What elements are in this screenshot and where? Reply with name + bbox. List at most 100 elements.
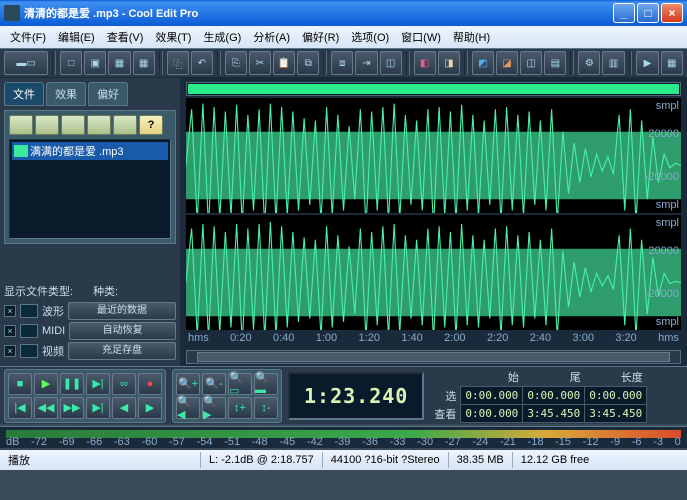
stop-button[interactable]: ■ — [8, 373, 32, 395]
multisave-button[interactable]: ▦ — [133, 51, 155, 75]
menu-options[interactable]: 选项(O) — [345, 27, 395, 47]
pause-button[interactable]: ❚❚ — [60, 373, 84, 395]
time-display[interactable]: 1:23.240 — [288, 372, 424, 420]
zoom-left-button[interactable]: 🔍◀ — [176, 397, 200, 419]
menu-generate[interactable]: 生成(G) — [197, 27, 247, 47]
tab-effects[interactable]: 效果 — [46, 82, 86, 106]
panel1-button[interactable]: ◩ — [472, 51, 494, 75]
tab-files[interactable]: 文件 — [4, 82, 44, 106]
spectral-button[interactable]: ◧ — [414, 51, 436, 75]
save-button[interactable]: ▦ — [108, 51, 130, 75]
zoom-out-h-button[interactable]: 🔍- — [202, 373, 226, 395]
file-open-button[interactable] — [9, 115, 33, 135]
maximize-button[interactable]: □ — [637, 3, 659, 23]
zoom-sel-button[interactable]: 🔍▬ — [254, 373, 278, 395]
file-list[interactable]: 满满的都是爱 .mp3 — [9, 139, 171, 239]
zoom-full-button[interactable]: 🔍▭ — [228, 373, 252, 395]
menu-favorites[interactable]: 偏好(R) — [296, 27, 345, 47]
panel-tabs: 文件 效果 偏好 — [4, 82, 176, 106]
play-button[interactable]: ▶ — [34, 373, 58, 395]
next-marker-button[interactable]: ▶ — [138, 397, 162, 419]
overview-bar[interactable] — [186, 82, 681, 96]
view-tb-button[interactable]: ▦ — [661, 51, 683, 75]
auto-button[interactable]: 自动恢复 — [69, 322, 176, 340]
video-check[interactable]: × — [4, 345, 16, 357]
go-end-button[interactable]: ▶| — [86, 397, 110, 419]
toolbar: ▬▭ □ ▣ ▦ ▦ ⿻ ↶ ⎘ ✂ 📋 ⧉ ⧈ ⇥ ◫ ◧ ◨ ◩ ◪ ◫ ▤… — [0, 48, 687, 78]
rewind-button[interactable]: ◀◀ — [34, 397, 58, 419]
sel-hdr-len: 长度 — [585, 368, 647, 387]
file-insert-button[interactable] — [61, 115, 85, 135]
sel-begin-field[interactable]: 0:00.000 — [461, 387, 523, 405]
view-end-field[interactable]: 3:45.450 — [523, 405, 585, 423]
sel-len-field[interactable]: 0:00.000 — [585, 387, 647, 405]
menu-analyze[interactable]: 分析(A) — [247, 27, 296, 47]
channel-right[interactable]: smpl20000-20000smpl — [186, 215, 681, 330]
insert-button[interactable]: ⇥ — [355, 51, 377, 75]
copy-new-button[interactable]: ⿻ — [167, 51, 189, 75]
status-format: 44100 ?16-bit ?Stereo — [322, 452, 448, 468]
open-button[interactable]: ▣ — [84, 51, 106, 75]
view-begin-field[interactable]: 0:00.000 — [461, 405, 523, 423]
menu-edit[interactable]: 编辑(E) — [52, 27, 101, 47]
time-ruler[interactable]: hms0:200:401:001:201:402:002:202:403:003… — [186, 332, 681, 348]
analyze-button[interactable]: ◨ — [438, 51, 460, 75]
horizontal-scrollbar[interactable] — [186, 350, 681, 364]
advanced-button[interactable]: 充足存盘 — [68, 342, 176, 360]
midi-check[interactable]: × — [4, 325, 16, 337]
play-tb-button[interactable]: ▶ — [636, 51, 658, 75]
panel3-button[interactable]: ◫ — [520, 51, 542, 75]
tab-favorites[interactable]: 偏好 — [88, 82, 128, 106]
trim-button[interactable]: ⧈ — [331, 51, 353, 75]
file-edit-button[interactable] — [87, 115, 111, 135]
panel4-button[interactable]: ▤ — [544, 51, 566, 75]
wave-check[interactable]: × — [4, 305, 16, 317]
channels[interactable]: smpl20000-20000smpl smpl20000-20000smpl — [186, 98, 681, 330]
view-len-field[interactable]: 3:45.450 — [585, 405, 647, 423]
loop-button[interactable]: ∞ — [112, 373, 136, 395]
panel2-button[interactable]: ◪ — [496, 51, 518, 75]
go-start-button[interactable]: |◀ — [8, 397, 32, 419]
settings-button[interactable]: ⚙ — [578, 51, 600, 75]
toolbar-sep — [323, 51, 327, 75]
file-box: ? 满满的都是爱 .mp3 — [4, 110, 176, 244]
paste-button[interactable]: 📋 — [273, 51, 295, 75]
midi-type-icon — [20, 324, 38, 338]
copy-button[interactable]: ⎘ — [225, 51, 247, 75]
file-item[interactable]: 满满的都是爱 .mp3 — [12, 142, 168, 160]
menu-view[interactable]: 查看(V) — [101, 27, 150, 47]
ruler-y-right: smpl20000-20000smpl — [649, 215, 681, 330]
types-header: 显示文件类型: — [4, 283, 73, 299]
sel-end-field[interactable]: 0:00.000 — [523, 387, 585, 405]
level-meter[interactable]: dB-72-69-66-63-60-57-54-51-48-45-42-39-3… — [0, 426, 687, 448]
file-close-button[interactable] — [35, 115, 59, 135]
dock-button[interactable]: ▥ — [602, 51, 624, 75]
undo-button[interactable]: ↶ — [191, 51, 213, 75]
channel-left[interactable]: smpl20000-20000smpl — [186, 98, 681, 213]
new-button[interactable]: □ — [60, 51, 82, 75]
toolbar-mode-button[interactable]: ▬▭ — [4, 51, 48, 75]
video-type-icon — [20, 344, 38, 358]
forward-button[interactable]: ▶▶ — [60, 397, 84, 419]
menu-window[interactable]: 窗口(W) — [395, 27, 447, 47]
zoom-in-h-button[interactable]: 🔍+ — [176, 373, 200, 395]
prev-marker-button[interactable]: ◀ — [112, 397, 136, 419]
zoom-in-v-button[interactable]: ↕+ — [228, 397, 252, 419]
status-bar: 播放 L: -2.1dB @ 2:18.757 44100 ?16-bit ?S… — [0, 450, 687, 470]
record-button[interactable]: ● — [138, 373, 162, 395]
menu-help[interactable]: 帮助(H) — [447, 27, 496, 47]
wave-label: 波形 — [42, 303, 64, 319]
file-help-button[interactable]: ? — [139, 115, 163, 135]
play-looped-button[interactable]: ▶| — [86, 373, 110, 395]
minimize-button[interactable]: _ — [613, 3, 635, 23]
file-options-button[interactable] — [113, 115, 137, 135]
zoom-out-v-button[interactable]: ↕- — [254, 397, 278, 419]
recent-select[interactable]: 最近的数据 — [68, 302, 176, 320]
menu-file[interactable]: 文件(F) — [4, 27, 52, 47]
zoom-right-button[interactable]: 🔍▶ — [202, 397, 226, 419]
close-button[interactable]: × — [661, 3, 683, 23]
mix-button[interactable]: ◫ — [380, 51, 402, 75]
cut-button[interactable]: ✂ — [249, 51, 271, 75]
mixpaste-button[interactable]: ⧉ — [297, 51, 319, 75]
menu-effects[interactable]: 效果(T) — [149, 27, 197, 47]
